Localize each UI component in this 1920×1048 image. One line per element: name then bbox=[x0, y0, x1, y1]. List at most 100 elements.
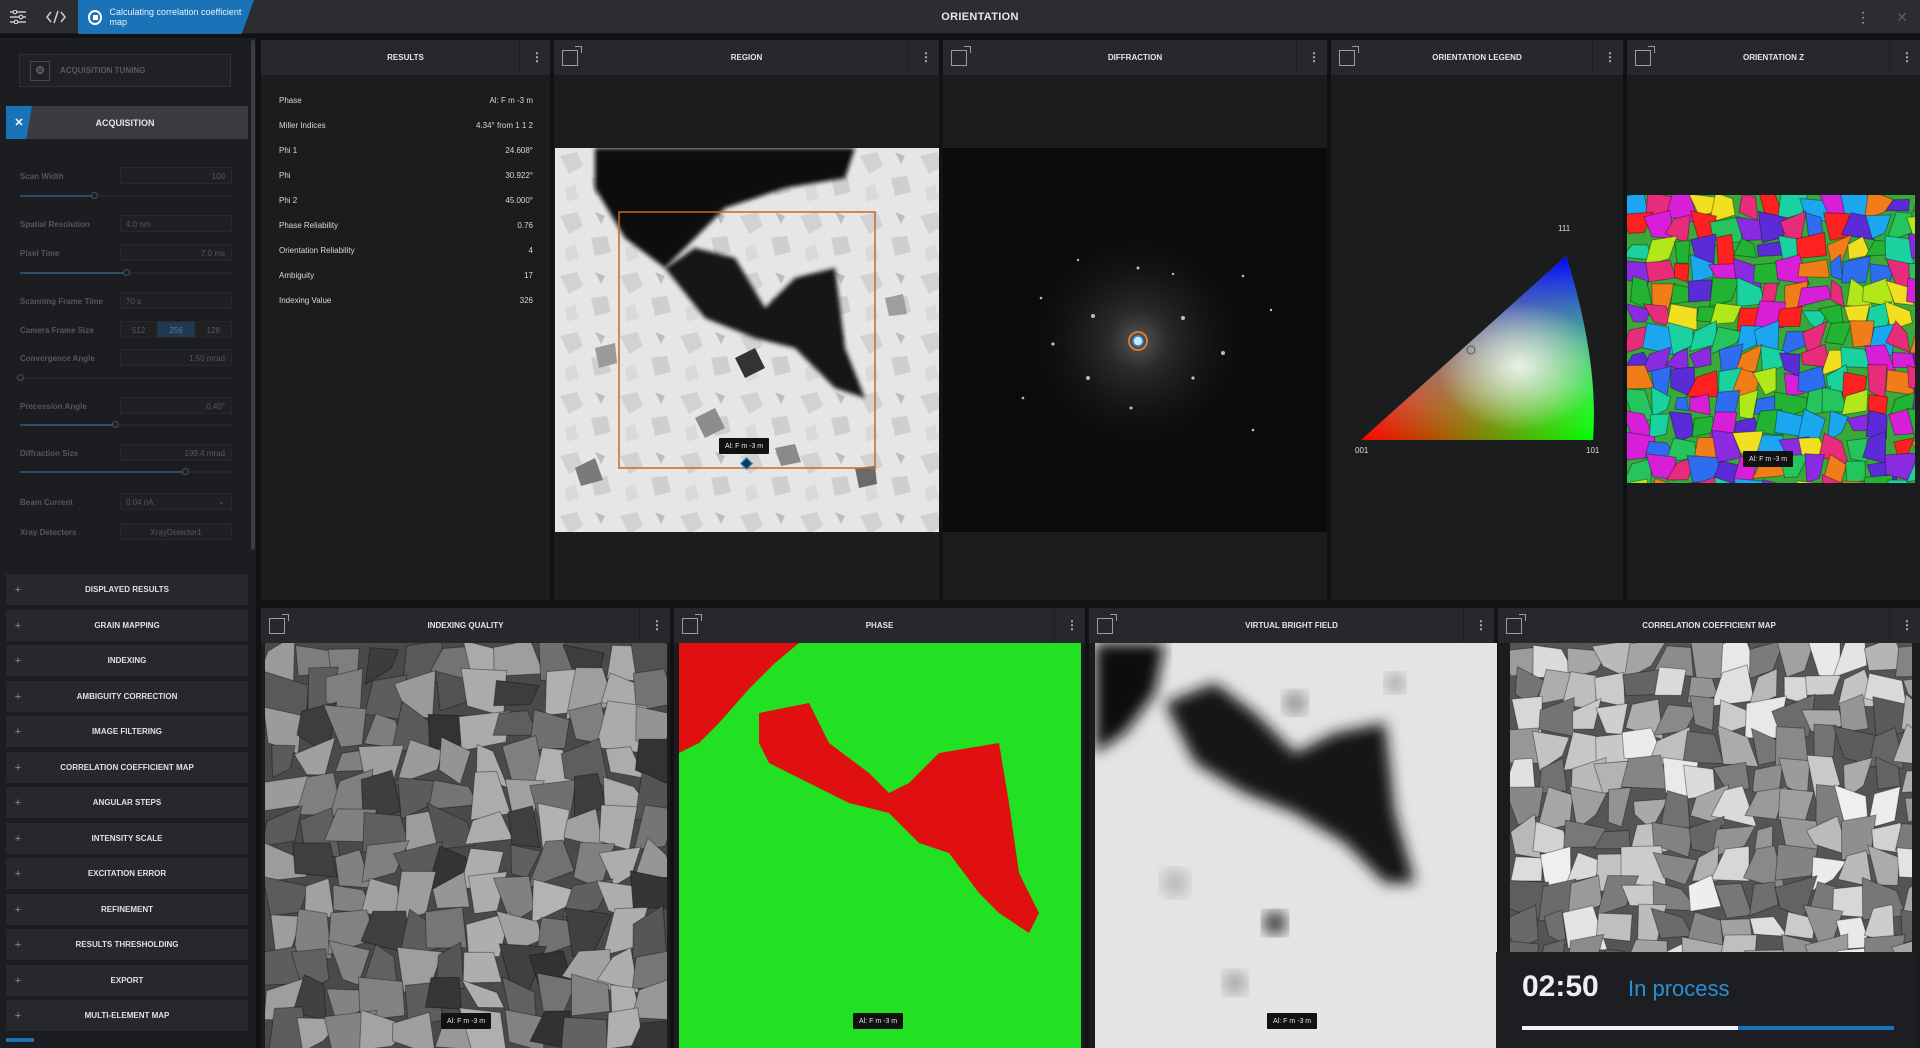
panel-menu-icon[interactable]: ⋮ bbox=[1308, 50, 1320, 64]
expand-plus-icon[interactable]: + bbox=[6, 584, 30, 596]
diffraction-pattern-image[interactable] bbox=[943, 148, 1327, 532]
sidebar-section-ambiguity-correction[interactable]: + AMBIGUITY CORRECTION bbox=[6, 681, 248, 714]
indexing-quality-map[interactable]: Al: F m -3 m bbox=[265, 643, 667, 1048]
param-scanning-frame-time: Scanning Frame Time 70 s bbox=[20, 292, 232, 309]
panel-title: INDEXING QUALITY bbox=[427, 621, 504, 630]
result-row: Indexing Value 326 bbox=[279, 296, 533, 305]
virtual-bright-field-image[interactable]: Al: F m -3 m bbox=[1095, 643, 1497, 1048]
sidebar-section-refinement[interactable]: + REFINEMENT bbox=[6, 894, 248, 927]
spatial-resolution-input[interactable]: 4.0 nm bbox=[120, 215, 232, 232]
progress-fill bbox=[1522, 1026, 1738, 1030]
expand-plus-icon[interactable]: + bbox=[6, 797, 30, 809]
pixel-time-input[interactable]: 7.0 ms bbox=[120, 244, 232, 261]
panel-select-checkbox[interactable] bbox=[682, 614, 702, 634]
sidebar-section-grain-mapping[interactable]: + GRAIN MAPPING bbox=[6, 610, 248, 643]
diffraction-size-input[interactable]: 199.4 mrad bbox=[120, 444, 232, 461]
panel-menu-icon[interactable]: ⋮ bbox=[531, 50, 543, 64]
panel-menu-icon[interactable]: ⋮ bbox=[920, 50, 932, 64]
correlation-coefficient-map-image[interactable] bbox=[1510, 643, 1912, 953]
result-value: Al: F m -3 m bbox=[489, 96, 533, 105]
sidebar-section-displayed-results[interactable]: + DISPLAYED RESULTS bbox=[6, 574, 248, 607]
xray-detectors-input[interactable]: XrayDetector1 bbox=[120, 523, 232, 540]
panel-menu-icon[interactable]: ⋮ bbox=[1066, 618, 1078, 632]
sidebar-section-excitation-error[interactable]: + EXCITATION ERROR bbox=[6, 858, 248, 891]
camera-frame-size-selector: 512 256 128 bbox=[120, 321, 232, 338]
sidebar-section-multi-element-map[interactable]: + MULTI-ELEMENT MAP bbox=[6, 1000, 248, 1033]
frame-size-512[interactable]: 512 bbox=[120, 321, 158, 338]
sidebar-section-results-thresholding[interactable]: + RESULTS THRESHOLDING bbox=[6, 929, 248, 962]
panel-menu-icon[interactable]: ⋮ bbox=[1604, 50, 1616, 64]
slider-handle[interactable] bbox=[17, 374, 24, 381]
convergence-angle-input[interactable]: 1.50 mrad bbox=[120, 349, 232, 366]
expand-plus-icon[interactable]: + bbox=[6, 691, 30, 703]
close-icon[interactable]: ✕ bbox=[1887, 0, 1917, 34]
section-label: EXPORT bbox=[110, 976, 144, 985]
diffraction-size-slider[interactable] bbox=[20, 468, 232, 475]
expand-plus-icon[interactable]: + bbox=[6, 939, 30, 951]
panel-select-checkbox[interactable] bbox=[1339, 46, 1359, 66]
orientation-z-map[interactable]: Al: F m -3 m bbox=[1627, 195, 1915, 483]
panel-menu-icon[interactable]: ⋮ bbox=[1475, 618, 1487, 632]
phase-map[interactable]: Al: F m -3 m bbox=[679, 643, 1081, 1048]
sidebar-section-angular-steps[interactable]: + ANGULAR STEPS bbox=[6, 787, 248, 820]
beam-current-select[interactable]: 0.04 nA ⌄ bbox=[120, 493, 232, 510]
phase-tag: Al: F m -3 m bbox=[1267, 1013, 1318, 1029]
sidebar-scrollbar[interactable] bbox=[251, 40, 255, 550]
expand-plus-icon[interactable]: + bbox=[6, 1010, 30, 1022]
result-value: 30.922° bbox=[505, 171, 533, 180]
sidebar-section-indexing[interactable]: + INDEXING bbox=[6, 645, 248, 678]
panel-select-checkbox[interactable] bbox=[269, 614, 289, 634]
panel-select-checkbox[interactable] bbox=[951, 46, 971, 66]
sidebar-section-intensity-scale[interactable]: + INTENSITY SCALE bbox=[6, 823, 248, 856]
region-image[interactable]: Al: F m -3 m bbox=[555, 148, 939, 532]
frame-size-256[interactable]: 256 bbox=[157, 321, 195, 338]
panel-select-checkbox[interactable] bbox=[562, 46, 582, 66]
slider-fill bbox=[20, 272, 126, 274]
expand-plus-icon[interactable]: + bbox=[6, 620, 30, 632]
frame-size-128[interactable]: 128 bbox=[194, 321, 232, 338]
expand-plus-icon[interactable]: + bbox=[6, 655, 30, 667]
panel-menu-icon[interactable]: ⋮ bbox=[1901, 618, 1913, 632]
expand-plus-icon[interactable]: + bbox=[6, 762, 30, 774]
expand-plus-icon[interactable]: + bbox=[6, 975, 30, 987]
sidebar-section-correlation-coefficient-map[interactable]: + CORRELATION COEFFICIENT MAP bbox=[6, 752, 248, 785]
indexing-quality-panel: INDEXING QUALITY ⋮ Al: F m -3 m bbox=[261, 608, 670, 1048]
pixel-time-slider[interactable] bbox=[20, 269, 232, 276]
more-menu-icon[interactable]: ⋮ bbox=[1848, 0, 1878, 34]
expand-plus-icon[interactable]: + bbox=[6, 868, 30, 880]
slider-handle[interactable] bbox=[91, 192, 99, 199]
results-panel: RESULTS ⋮ Phase Al: F m -3 m Miller Indice… bbox=[261, 40, 550, 600]
slider-handle[interactable] bbox=[123, 269, 130, 276]
scanning-frame-time-input[interactable]: 70 s bbox=[120, 292, 232, 309]
acquisition-tuning-label: ACQUISITION TUNING bbox=[60, 66, 146, 75]
expand-plus-icon[interactable]: + bbox=[6, 726, 30, 738]
panel-menu-icon[interactable]: ⋮ bbox=[651, 618, 663, 632]
convergence-angle-slider[interactable] bbox=[17, 374, 232, 381]
panel-select-checkbox[interactable] bbox=[1506, 614, 1526, 634]
chevron-down-icon: ⌄ bbox=[218, 497, 225, 506]
panel-menu-icon[interactable]: ⋮ bbox=[1901, 50, 1913, 64]
result-label: Phi 2 bbox=[279, 196, 298, 205]
slider-fill bbox=[20, 195, 95, 197]
expand-plus-icon[interactable]: + bbox=[6, 904, 30, 916]
section-label: CORRELATION COEFFICIENT MAP bbox=[60, 763, 194, 772]
result-value: 326 bbox=[519, 296, 533, 305]
slider-handle[interactable] bbox=[182, 468, 190, 475]
panel-select-checkbox[interactable] bbox=[1097, 614, 1117, 634]
scan-width-input[interactable]: 100 bbox=[120, 167, 232, 184]
result-row: Phi 30.922° bbox=[279, 171, 533, 180]
sidebar-section-image-filtering[interactable]: + IMAGE FILTERING bbox=[6, 716, 248, 749]
acquisition-section-header[interactable]: ✕ ACQUISITION bbox=[6, 106, 248, 139]
sidebar-section-export[interactable]: + EXPORT bbox=[6, 965, 248, 998]
expand-plus-icon[interactable]: + bbox=[6, 833, 30, 845]
panel-select-checkbox[interactable] bbox=[1635, 46, 1655, 66]
slider-handle[interactable] bbox=[112, 421, 120, 428]
collapse-icon[interactable]: ✕ bbox=[6, 106, 32, 139]
result-label: Phi bbox=[279, 171, 291, 180]
precession-angle-slider[interactable] bbox=[20, 421, 232, 428]
precession-angle-input[interactable]: 0.40° bbox=[120, 397, 232, 414]
acquisition-tuning-button[interactable]: ⚙ ACQUISITION TUNING bbox=[19, 54, 231, 87]
result-label: Indexing Value bbox=[279, 296, 332, 305]
scan-width-slider[interactable] bbox=[20, 192, 232, 199]
slider-fill bbox=[20, 424, 116, 426]
